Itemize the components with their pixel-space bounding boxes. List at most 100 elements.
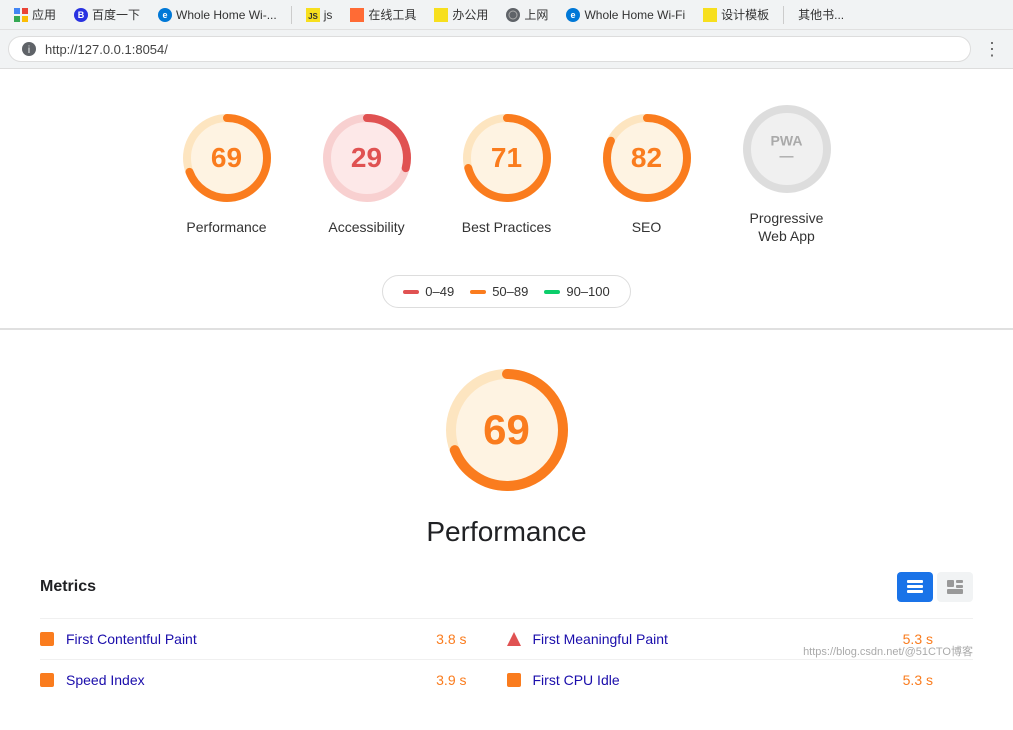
treemap-icon bbox=[947, 580, 963, 594]
metric-name-fci[interactable]: First CPU Idle bbox=[533, 672, 620, 688]
performance-circle: 69 bbox=[177, 108, 277, 208]
bookmark-apps-label: 应用 bbox=[32, 6, 56, 23]
best-practices-circle: 71 bbox=[457, 108, 557, 208]
seo-score: 82 bbox=[631, 142, 662, 174]
design-icon bbox=[703, 8, 717, 22]
toggle-treemap-button[interactable] bbox=[937, 572, 973, 602]
bookmark-office-label: 办公用 bbox=[452, 6, 488, 23]
score-card-best-practices[interactable]: 71 Best Practices bbox=[457, 108, 557, 236]
bookmark-internet-label: 上网 bbox=[524, 6, 548, 23]
bookmark-other[interactable]: 其他书... bbox=[792, 4, 850, 25]
legend-range-green: 90–100 bbox=[566, 284, 609, 299]
score-section: 69 Performance 29 Accessibility bbox=[0, 69, 1013, 329]
bookmark-tools-label: 在线工具 bbox=[368, 6, 416, 23]
pwa-score: PWA— bbox=[752, 134, 822, 165]
seo-label: SEO bbox=[632, 218, 662, 236]
pwa-label: ProgressiveWeb App bbox=[750, 209, 824, 245]
bookmark-apps[interactable]: 应用 bbox=[8, 4, 62, 25]
legend-item-orange: 50–89 bbox=[470, 284, 528, 299]
metrics-table: First Contentful Paint 3.8 s First Meani… bbox=[40, 618, 973, 700]
performance-detail-section: 69 Performance Metrics bbox=[0, 330, 1013, 730]
performance-detail-circle: 69 bbox=[437, 360, 577, 500]
score-card-seo[interactable]: 82 SEO bbox=[597, 108, 697, 236]
metric-value-si: 3.9 s bbox=[436, 672, 506, 688]
watermark: https://blog.csdn.net/@51CTO博客 bbox=[803, 643, 973, 659]
score-cards: 69 Performance 29 Accessibility bbox=[177, 99, 837, 245]
svg-text:B: B bbox=[78, 10, 85, 20]
metric-value-fcp: 3.8 s bbox=[436, 631, 506, 647]
divider-1 bbox=[291, 6, 292, 24]
metrics-toggle bbox=[897, 572, 973, 602]
performance-detail-title: Performance bbox=[426, 516, 586, 548]
baidu-icon: B bbox=[74, 8, 88, 22]
metric-name-fcp[interactable]: First Contentful Paint bbox=[66, 631, 197, 647]
list-icon bbox=[907, 580, 923, 594]
metric-icon-fci bbox=[507, 673, 521, 687]
address-bar-row: i http://127.0.0.1:8054/ ⋮ bbox=[0, 30, 1013, 68]
bookmark-office[interactable]: 办公用 bbox=[428, 4, 494, 25]
metrics-header: Metrics bbox=[40, 572, 973, 602]
accessibility-label: Accessibility bbox=[328, 218, 404, 236]
metric-icon-si bbox=[40, 673, 54, 687]
metric-icon-fcp bbox=[40, 632, 54, 646]
metric-name-fmp[interactable]: First Meaningful Paint bbox=[533, 631, 668, 647]
metrics-label: Metrics bbox=[40, 578, 96, 596]
score-card-accessibility[interactable]: 29 Accessibility bbox=[317, 108, 417, 236]
legend-item-red: 0–49 bbox=[403, 284, 454, 299]
bookmark-design[interactable]: 设计模板 bbox=[697, 4, 775, 25]
edge2-icon: e bbox=[566, 8, 580, 22]
metrics-row-1-right: First CPU Idle 5.3 s bbox=[507, 672, 974, 688]
performance-score: 69 bbox=[211, 142, 242, 174]
edge-icon: e bbox=[158, 8, 172, 22]
toggle-list-button[interactable] bbox=[897, 572, 933, 602]
score-card-performance[interactable]: 69 Performance bbox=[177, 108, 277, 236]
svg-text:i: i bbox=[28, 45, 30, 56]
tools-icon bbox=[350, 8, 364, 22]
bookmark-whole-home[interactable]: e Whole Home Wi-... bbox=[152, 6, 283, 24]
metrics-row-1: Speed Index 3.9 s First CPU Idle 5.3 s bbox=[40, 659, 973, 700]
legend-range-orange: 50–89 bbox=[492, 284, 528, 299]
grid-icon bbox=[14, 8, 28, 22]
metrics-row-1-left: Speed Index 3.9 s bbox=[40, 672, 507, 688]
bookmark-js-label: js bbox=[324, 8, 333, 22]
legend-item-green: 90–100 bbox=[544, 284, 609, 299]
address-text: http://127.0.0.1:8054/ bbox=[45, 42, 958, 57]
bookmark-whole-home-label: Whole Home Wi-... bbox=[176, 8, 277, 22]
address-bar[interactable]: i http://127.0.0.1:8054/ bbox=[8, 36, 971, 62]
score-card-pwa[interactable]: PWA— ProgressiveWeb App bbox=[737, 99, 837, 245]
browser-menu-button[interactable]: ⋮ bbox=[979, 39, 1005, 60]
accessibility-score: 29 bbox=[351, 142, 382, 174]
legend-range-red: 0–49 bbox=[425, 284, 454, 299]
bookmark-internet[interactable]: 上网 bbox=[500, 4, 554, 25]
performance-label: Performance bbox=[186, 218, 266, 236]
performance-detail-score: 69 bbox=[483, 406, 530, 454]
main-content: 69 Performance 29 Accessibility bbox=[0, 69, 1013, 730]
divider-2 bbox=[783, 6, 784, 24]
metrics-section: Metrics bbox=[40, 572, 973, 700]
bookmark-design-label: 设计模板 bbox=[721, 6, 769, 23]
legend: 0–49 50–89 90–100 bbox=[382, 275, 630, 308]
metrics-row-0-left: First Contentful Paint 3.8 s bbox=[40, 631, 507, 647]
svg-text:e: e bbox=[163, 10, 168, 20]
metric-icon-fmp bbox=[507, 632, 521, 646]
browser-chrome: 应用 B 百度一下 e Whole Home Wi-... JS js 在线工具… bbox=[0, 0, 1013, 69]
bookmarks-bar: 应用 B 百度一下 e Whole Home Wi-... JS js 在线工具… bbox=[0, 0, 1013, 30]
bookmark-other-label: 其他书... bbox=[798, 6, 844, 23]
metric-name-si[interactable]: Speed Index bbox=[66, 672, 145, 688]
bookmark-tools[interactable]: 在线工具 bbox=[344, 4, 422, 25]
bookmark-whole-home2[interactable]: e Whole Home Wi-Fi bbox=[560, 6, 691, 24]
metric-value-fci: 5.3 s bbox=[903, 672, 973, 688]
legend-dot-green bbox=[544, 290, 560, 294]
bookmark-js[interactable]: JS js bbox=[300, 6, 339, 24]
security-icon: i bbox=[21, 41, 37, 57]
legend-dot-red bbox=[403, 290, 419, 294]
bookmark-whole-home2-label: Whole Home Wi-Fi bbox=[584, 8, 685, 22]
best-practices-score: 71 bbox=[491, 142, 522, 174]
bookmark-baidu[interactable]: B 百度一下 bbox=[68, 4, 146, 25]
best-practices-label: Best Practices bbox=[462, 218, 551, 236]
legend-dot-orange bbox=[470, 290, 486, 294]
seo-circle: 82 bbox=[597, 108, 697, 208]
bookmark-baidu-label: 百度一下 bbox=[92, 6, 140, 23]
office-icon bbox=[434, 8, 448, 22]
svg-text:e: e bbox=[571, 10, 576, 20]
